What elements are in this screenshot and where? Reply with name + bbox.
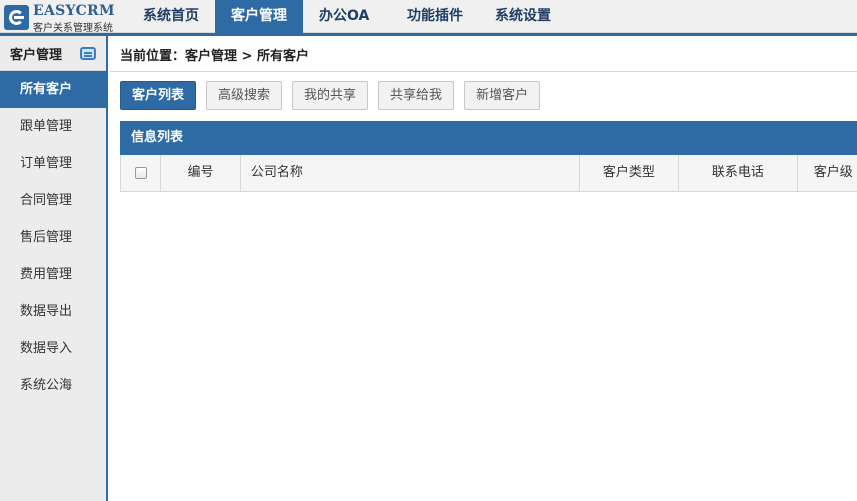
select-all-cell — [121, 155, 162, 191]
sidebar-item-contracts[interactable]: 合同管理 — [0, 182, 106, 219]
nav-item-settings[interactable]: 系统设置 — [479, 0, 567, 33]
main-content: 当前位置：客户管理 > 所有客户 客户列表 高级搜索 我的共享 共享给我 新增客… — [110, 36, 857, 501]
logo-subtitle: 客户关系管理系统 — [33, 23, 113, 34]
add-customer-button[interactable]: 新增客户 — [464, 81, 541, 110]
nav-item-home[interactable]: 系统首页 — [127, 0, 215, 33]
sidebar-item-all-customers[interactable]: 所有客户 — [0, 71, 106, 108]
sidebar-item-follow-up[interactable]: 跟单管理 — [0, 108, 106, 145]
sidebar-item-data-export[interactable]: 数据导出 — [0, 293, 106, 330]
sidebar-header: 客户管理 — [0, 36, 106, 71]
nav-item-customer-management[interactable]: 客户管理 — [215, 0, 303, 33]
toolbar: 客户列表 高级搜索 我的共享 共享给我 新增客户 — [120, 81, 541, 110]
logo[interactable]: EASYCRM 客户关系管理系统 — [2, 2, 120, 34]
easycrm-logo-icon — [4, 5, 29, 30]
sidebar: 客户管理 所有客户 跟单管理 订单管理 合同管理 售后管理 费用管理 数据导出 … — [0, 36, 108, 501]
card-icon[interactable] — [80, 46, 96, 60]
sidebar-item-orders[interactable]: 订单管理 — [0, 145, 106, 182]
shared-with-me-button[interactable]: 共享给我 — [378, 81, 455, 110]
column-header-number[interactable]: 编号 — [161, 155, 241, 191]
sidebar-item-after-sales[interactable]: 售后管理 — [0, 219, 106, 256]
sidebar-item-public-pool[interactable]: 系统公海 — [0, 367, 106, 404]
column-header-company-name[interactable]: 公司名称 — [241, 155, 580, 191]
breadcrumb: 当前位置：客户管理 > 所有客户 — [120, 49, 309, 64]
nav-item-plugins[interactable]: 功能插件 — [391, 0, 479, 33]
column-header-customer-level[interactable]: 客户级 — [798, 155, 857, 191]
column-header-phone[interactable]: 联系电话 — [679, 155, 798, 191]
sidebar-item-data-import[interactable]: 数据导入 — [0, 330, 106, 367]
table-header: 编号 公司名称 客户类型 联系电话 客户级 — [120, 155, 857, 192]
sidebar-item-expenses[interactable]: 费用管理 — [0, 256, 106, 293]
info-list-panel: 信息列表 编号 公司名称 客户类型 联系电话 客户级 — [120, 121, 857, 192]
sidebar-title: 客户管理 — [10, 47, 63, 63]
panel-title: 信息列表 — [120, 121, 857, 155]
checkbox-icon[interactable] — [134, 167, 147, 179]
main-nav: 系统首页 客户管理 办公OA 功能插件 系统设置 — [127, 0, 567, 33]
my-shares-button[interactable]: 我的共享 — [292, 81, 369, 110]
nav-item-office-oa[interactable]: 办公OA — [303, 0, 391, 33]
breadcrumb-divider — [110, 71, 857, 72]
logo-title: EASYCRM — [33, 3, 115, 19]
column-header-customer-type[interactable]: 客户类型 — [580, 155, 679, 191]
advanced-search-button[interactable]: 高级搜索 — [206, 81, 283, 110]
top-bar: EASYCRM 客户关系管理系统 系统首页 客户管理 办公OA 功能插件 系统设… — [0, 0, 857, 34]
customer-list-button[interactable]: 客户列表 — [120, 81, 197, 110]
